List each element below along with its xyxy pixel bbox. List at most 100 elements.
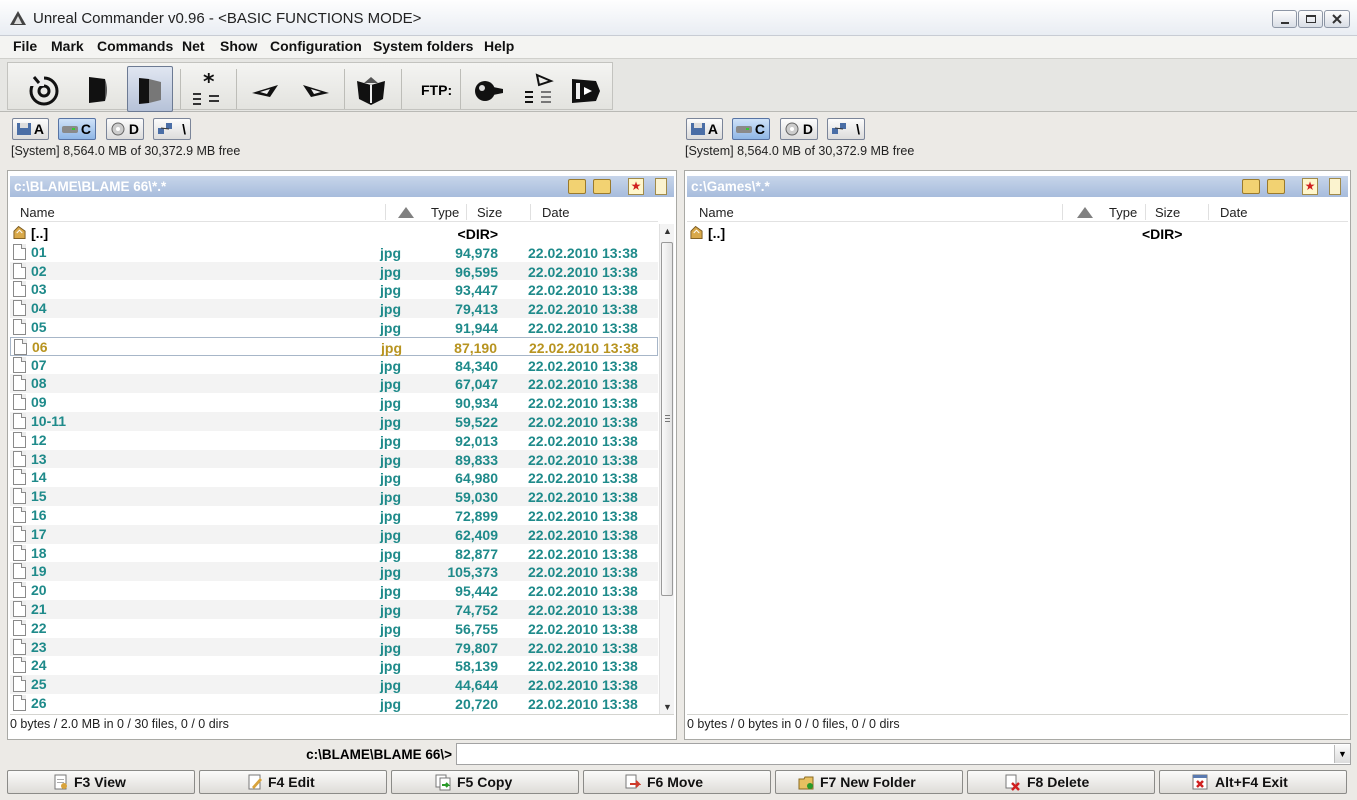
column-size[interactable]: Size xyxy=(477,205,502,220)
left-scrollbar[interactable]: ▲ ▼ xyxy=(659,224,674,714)
updir-row[interactable]: [..] <DIR> xyxy=(10,224,658,243)
file-name: 24 xyxy=(31,657,47,674)
menu-configuration[interactable]: Configuration xyxy=(269,38,363,54)
scroll-thumb[interactable] xyxy=(661,242,673,596)
sort-ascending-icon[interactable] xyxy=(1077,207,1093,218)
right-panel-path[interactable]: c:\Games\*.* xyxy=(691,179,770,194)
file-row[interactable]: 07 jpg 84,340 22.02.2010 13:38 xyxy=(10,356,658,375)
archive-button[interactable] xyxy=(561,66,607,112)
file-row[interactable]: 06 jpg 87,190 22.02.2010 13:38 xyxy=(10,336,658,356)
file-row[interactable]: 01 jpg 94,978 22.02.2010 13:38 xyxy=(10,243,658,262)
scroll-up-icon[interactable]: ▲ xyxy=(663,226,672,236)
f3-view-button[interactable]: F3 View xyxy=(7,770,195,794)
column-type[interactable]: Type xyxy=(1109,205,1137,220)
file-row[interactable]: 18 jpg 82,877 22.02.2010 13:38 xyxy=(10,544,658,563)
file-row[interactable]: 13 jpg 89,833 22.02.2010 13:38 xyxy=(10,449,658,469)
file-row[interactable]: 20 jpg 95,442 22.02.2010 13:38 xyxy=(10,581,658,600)
scroll-down-icon[interactable]: ▼ xyxy=(663,702,672,712)
root-folder-icon[interactable] xyxy=(568,179,586,194)
file-date: 22.02.2010 13:38 xyxy=(528,319,638,336)
f5-copy-button[interactable]: F5 Copy xyxy=(391,770,579,794)
favorites-icon[interactable]: ★ xyxy=(1302,178,1318,195)
file-name: 26 xyxy=(31,694,47,711)
file-row[interactable]: 10-11 jpg 59,522 22.02.2010 13:38 xyxy=(10,411,658,431)
updir-row[interactable]: [..] <DIR> xyxy=(687,224,1348,243)
f6-move-button[interactable]: F6 Move xyxy=(583,770,771,794)
file-icon xyxy=(13,243,26,260)
file-size: 20,720 xyxy=(455,695,498,712)
right-drive-d-button[interactable]: D xyxy=(780,118,818,140)
minimize-button[interactable] xyxy=(1272,10,1297,28)
column-size[interactable]: Size xyxy=(1155,205,1180,220)
file-type: jpg xyxy=(380,489,401,506)
back-button[interactable] xyxy=(241,66,287,112)
file-row[interactable]: 17 jpg 62,409 22.02.2010 13:38 xyxy=(10,524,658,544)
column-name[interactable]: Name xyxy=(699,205,734,220)
column-type[interactable]: Type xyxy=(431,205,459,220)
left-drive-root-button[interactable]: \ xyxy=(153,118,191,140)
file-row[interactable]: 16 jpg 72,899 22.02.2010 13:38 xyxy=(10,506,658,525)
file-icon xyxy=(13,676,26,693)
menu-system-folders[interactable]: System folders xyxy=(372,38,474,54)
maximize-button[interactable] xyxy=(1298,10,1323,28)
column-name[interactable]: Name xyxy=(20,205,55,220)
history-icon[interactable] xyxy=(655,178,667,195)
alt-f4-exit-button[interactable]: Alt+F4 Exit xyxy=(1159,770,1347,794)
file-row[interactable]: 04 jpg 79,413 22.02.2010 13:38 xyxy=(10,299,658,318)
file-row[interactable]: 21 jpg 74,752 22.02.2010 13:38 xyxy=(10,599,658,619)
menu-file[interactable]: File xyxy=(12,38,38,54)
full-view-button[interactable] xyxy=(127,66,173,112)
menu-commands[interactable]: Commands xyxy=(96,38,174,54)
file-row[interactable]: 09 jpg 90,934 22.02.2010 13:38 xyxy=(10,393,658,412)
left-drive-d-button[interactable]: D xyxy=(106,118,144,140)
select-mask-button[interactable]: * xyxy=(184,66,230,112)
refresh-button[interactable] xyxy=(20,66,66,112)
ftp-connect-button[interactable] xyxy=(464,66,510,112)
left-drive-c-button[interactable]: C xyxy=(58,118,96,140)
forward-icon xyxy=(303,85,329,97)
sort-ascending-icon[interactable] xyxy=(398,207,414,218)
file-row[interactable]: 22 jpg 56,755 22.02.2010 13:38 xyxy=(10,619,658,638)
f8-delete-button[interactable]: F8 Delete xyxy=(967,770,1155,794)
menu-show[interactable]: Show xyxy=(219,38,258,54)
file-row[interactable]: 03 jpg 93,447 22.02.2010 13:38 xyxy=(10,280,658,299)
forward-button[interactable] xyxy=(292,66,338,112)
file-row[interactable]: 26 jpg 20,720 22.02.2010 13:38 xyxy=(10,694,658,713)
right-drive-a-button[interactable]: A xyxy=(686,118,723,140)
chevron-down-icon[interactable]: ▼ xyxy=(1334,745,1350,763)
right-drive-c-button[interactable]: C xyxy=(732,118,770,140)
parent-folder-icon[interactable] xyxy=(593,179,611,194)
f7-new-folder-button[interactable]: F7 New Folder xyxy=(775,770,963,794)
menu-mark[interactable]: Mark xyxy=(50,38,85,54)
column-date[interactable]: Date xyxy=(1220,205,1247,220)
file-icon xyxy=(13,281,26,298)
root-folder-icon[interactable] xyxy=(1242,179,1260,194)
menu-help[interactable]: Help xyxy=(483,38,515,54)
left-drive-a-button[interactable]: A xyxy=(12,118,49,140)
file-row[interactable]: 02 jpg 96,595 22.02.2010 13:38 xyxy=(10,261,658,281)
file-row[interactable]: 15 jpg 59,030 22.02.2010 13:38 xyxy=(10,487,658,506)
file-row[interactable]: 08 jpg 67,047 22.02.2010 13:38 xyxy=(10,374,658,394)
favorites-icon[interactable]: ★ xyxy=(628,178,644,195)
left-panel-path[interactable]: c:\BLAME\BLAME 66\*.* xyxy=(14,179,166,194)
menu-net[interactable]: Net xyxy=(181,38,206,54)
file-row[interactable]: 25 jpg 44,644 22.02.2010 13:38 xyxy=(10,675,658,694)
close-button[interactable] xyxy=(1324,10,1350,28)
file-row[interactable]: 24 jpg 58,139 22.02.2010 13:38 xyxy=(10,656,658,675)
brief-view-button[interactable] xyxy=(76,66,122,112)
file-row[interactable]: 14 jpg 64,980 22.02.2010 13:38 xyxy=(10,468,658,487)
connect-button[interactable] xyxy=(347,66,393,112)
file-row[interactable]: 19 jpg 105,373 22.02.2010 13:38 xyxy=(10,562,658,582)
exit-icon xyxy=(1192,774,1208,790)
file-row[interactable]: 23 jpg 79,807 22.02.2010 13:38 xyxy=(10,637,658,657)
hard-disk-icon xyxy=(736,126,752,133)
command-line-input[interactable] xyxy=(456,743,1351,765)
f4-edit-button[interactable]: F4 Edit xyxy=(199,770,387,794)
parent-folder-icon[interactable] xyxy=(1267,179,1285,194)
file-row[interactable]: 12 jpg 92,013 22.02.2010 13:38 xyxy=(10,431,658,450)
file-row[interactable]: 05 jpg 91,944 22.02.2010 13:38 xyxy=(10,318,658,337)
column-date[interactable]: Date xyxy=(542,205,569,220)
ftp-list-button[interactable] xyxy=(516,66,562,112)
right-drive-root-button[interactable]: \ xyxy=(827,118,865,140)
history-icon[interactable] xyxy=(1329,178,1341,195)
